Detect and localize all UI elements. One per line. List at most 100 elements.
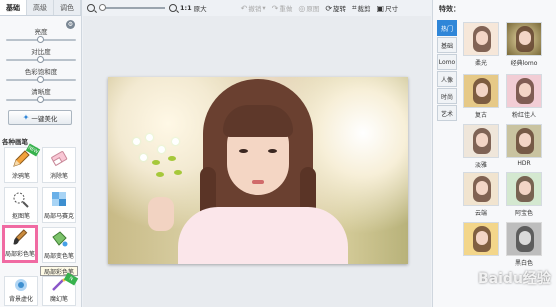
effect-elegant[interactable]: 淡雅 [462,124,500,169]
tool-magic-pen[interactable]: N 魔幻笔 [42,272,79,306]
category-portrait[interactable]: 人像 [437,71,457,87]
leaf [168,156,176,161]
effect-thumb [463,74,499,108]
zoom-in-icon[interactable] [169,4,177,12]
effect-black-white[interactable]: 黑白色 [505,222,543,267]
effect-thumb [463,222,499,256]
zoom-icon[interactable] [87,4,95,12]
leaf [156,172,164,177]
tool-local-color-brush[interactable]: 局部彩色笔 [2,225,38,263]
effect-classic-lomo[interactable]: 经典lomo [505,22,543,67]
tool-cutout-pen[interactable]: 抠图笔 [4,187,38,223]
flower [158,146,165,153]
effect-label: HDR [517,160,531,167]
resize-label: 尺寸 [385,5,399,13]
tool-label: 局部变色笔 [43,253,74,260]
saturation-slider[interactable] [6,76,76,83]
tab-advanced[interactable]: 高级 [27,0,54,15]
redo-button[interactable]: ↷ 重做 [272,3,293,14]
photo-bangs [223,105,293,137]
effect-cloud[interactable]: 云端 [462,172,500,217]
saturation-slider-knob[interactable] [37,76,44,83]
brushes-section-title: 各种画笔 [2,138,28,146]
category-basic[interactable]: 基础 [437,37,457,53]
effect-vintage[interactable]: 复古 [462,74,500,119]
tool-eraser[interactable]: 消除笔 [42,147,76,183]
left-panel: 基础 高级 调色 ⚙ 亮度 对比度 色彩饱和度 清晰度 ✦ 一键美化 各种画笔 … [0,0,82,307]
category-art[interactable]: 艺术 [437,105,457,121]
tool-local-mosaic[interactable]: 局部马赛克 [42,187,76,223]
effects-title: 特效： [439,5,460,13]
contrast-slider[interactable] [6,56,76,63]
effect-thumb [506,172,542,206]
effect-label: 复古 [474,112,487,119]
baidu-watermark: Baidu经验 [478,271,551,287]
effect-abao[interactable]: 阿宝色 [505,172,543,217]
crop-button[interactable]: ⌗ 裁剪 [352,3,371,13]
redo-label: 重做 [279,5,293,13]
one-key-beautify-button[interactable]: ✦ 一键美化 [8,110,72,125]
contrast-slider-group: 对比度 [0,46,82,63]
effect-soft-light[interactable]: 柔光 [462,22,500,67]
resize-icon: ▣ [376,3,385,13]
sharpness-slider[interactable] [6,96,76,103]
category-fashion[interactable]: 时尚 [437,88,457,104]
effect-thumb [506,22,542,56]
tool-background-blur[interactable]: 背景虚化 [4,276,38,306]
effect-label: 阿宝色 [514,210,533,217]
saturation-label: 色彩饱和度 [24,68,58,76]
undo-label: 撤销 [248,5,262,13]
category-lomo[interactable]: Lomo [437,54,457,70]
leaf [152,160,160,165]
category-hot[interactable]: 热门 [437,20,457,36]
tab-basic[interactable]: 基础 [0,0,27,15]
effect-warm[interactable] [462,222,500,258]
original-image-icon: ◎ [298,3,306,13]
saturation-slider-group: 色彩饱和度 [0,66,82,83]
zoom-slider[interactable] [99,4,165,11]
tool-local-recolor-pen[interactable]: 局部变色笔 [42,227,76,263]
effect-pink-lady[interactable]: 粉红佳人 [505,74,543,119]
undo-button[interactable]: ↶ 撤销 ▾ [241,3,266,14]
tool-label: 消除笔 [49,173,68,180]
original-size-button[interactable]: 原大 [194,3,207,13]
sharpness-slider-knob[interactable] [37,96,44,103]
tool-doodle-pen[interactable]: NEW 涂鸦笔 [4,143,41,183]
contrast-slider-knob[interactable] [37,56,44,63]
effects-panel: 特效： 热门 基础 Lomo 人像 时尚 艺术 柔光 经典lomo 复古 粉红佳… [432,0,556,307]
rotate-icon: ⟳ [325,3,333,13]
effect-label: 黑白色 [514,260,533,267]
zoom-slider-knob[interactable] [99,4,106,11]
left-tabs: 基础 高级 调色 [0,0,81,16]
photo-eye-left [239,149,248,153]
canvas-area[interactable] [83,16,431,307]
tab-color[interactable]: 调色 [54,0,81,15]
contrast-label: 对比度 [31,48,51,56]
tool-label: 局部马赛克 [43,213,74,220]
rotate-button[interactable]: ⟳ 旋转 [325,3,346,14]
one-to-one-button[interactable]: 1:1 [180,4,192,12]
tool-label: 魔幻笔 [49,296,68,303]
edited-photo[interactable] [108,77,408,264]
crop-icon: ⌗ [352,3,357,12]
tool-label: 涂鸦笔 [11,173,30,180]
eraser-icon [51,151,68,167]
flower [133,138,140,145]
photo-lips [252,180,264,184]
resize-button[interactable]: ▣ 尺寸 [376,3,399,14]
sharpness-label: 清晰度 [31,88,51,96]
brightness-slider-knob[interactable] [37,36,44,43]
tool-label: 局部彩色笔 [5,251,36,258]
blur-icon [15,279,27,291]
leaf [174,170,182,175]
color-brush-icon [13,229,28,245]
brightness-slider[interactable] [6,36,76,43]
effect-hdr[interactable]: HDR [505,124,543,167]
effect-thumb [463,124,499,158]
mosaic-icon [52,192,66,206]
cutout-pen-icon [13,192,29,208]
crop-label: 裁剪 [357,5,371,13]
top-toolbar: 1:1 原大 ↶ 撤销 ▾ ↷ 重做 ◎ 原图 ⟳ 旋转 ⌗ 裁剪 ▣ 尺寸 [83,0,431,16]
original-image-button[interactable]: ◎ 原图 [298,3,319,14]
effect-categories: 热门 基础 Lomo 人像 时尚 艺术 [437,20,457,122]
